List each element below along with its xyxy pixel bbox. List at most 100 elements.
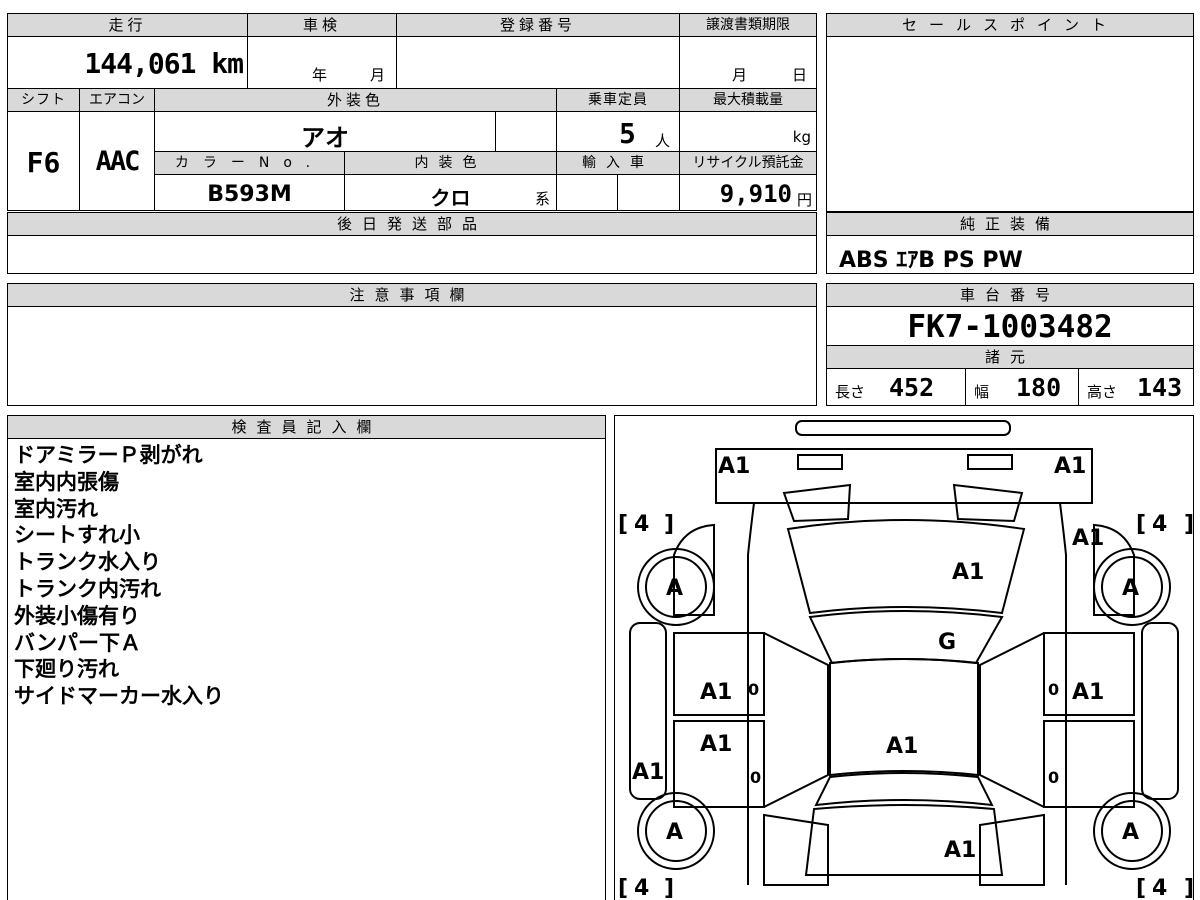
hood-label: A1	[952, 560, 984, 585]
front-door-left-label: A1	[700, 680, 732, 705]
recycle-value: 9,910	[719, 180, 792, 208]
note-item: サイドマーカー水入り	[14, 684, 224, 709]
color-no-cell: B593M	[154, 174, 345, 211]
spec-width-value: 180	[1016, 373, 1062, 402]
inspection-month-unit: 月	[370, 66, 386, 84]
zero-mark-1: 0	[748, 680, 759, 699]
car-diagram: [ ] [ ] [ ] [ ] 4 4 4 4 A1 A1 A1 A1 A A …	[618, 420, 1194, 900]
import-header: 輸入車	[556, 151, 680, 175]
equipment-header: 純正装備	[826, 212, 1194, 236]
note-item: 室内内張傷	[14, 469, 119, 494]
tire-fr-bracket-left: [	[1136, 512, 1146, 537]
tire-fr-bracket-right: ]	[1184, 512, 1194, 537]
inspection-header: 車検	[247, 13, 397, 37]
shift-value: F6	[26, 146, 61, 179]
rocker-right-shape	[1141, 622, 1179, 800]
chassis-value: FK7-1003482	[907, 309, 1113, 345]
interior-color-cell: クロ 系	[344, 174, 557, 211]
capacity-header: 乗車定員	[556, 88, 680, 112]
rear-door-left-label: A1	[700, 732, 732, 757]
rear-window-shape	[814, 772, 994, 807]
note-item: 下廻り汚れ	[14, 657, 119, 682]
mirror-left-label: A1	[718, 454, 750, 479]
rocker-left-label: A1	[632, 760, 664, 785]
hood-shape	[786, 519, 1026, 615]
aircon-header: エアコン	[79, 88, 155, 112]
trunk-label: A1	[944, 838, 976, 863]
max-load-header: 最大積載量	[679, 88, 817, 112]
interior-color-suffix: 系	[534, 190, 550, 208]
inspector-notes: ドアミラーＰ剥がれ 室内内張傷 室内汚れ シートすれ小 トランク水入り トランク…	[14, 442, 224, 710]
front-bumper-shape	[795, 420, 1011, 436]
tire-rl-bracket-right: ]	[664, 876, 674, 900]
inspection-cell: 年 月	[247, 36, 397, 89]
spec-length-value: 452	[889, 373, 935, 402]
aircon-cell: AAC	[79, 111, 155, 211]
shift-cell: F6	[7, 111, 80, 211]
exterior-color-header: 外装色	[154, 88, 557, 112]
note-item: ドアミラーＰ剥がれ	[14, 443, 203, 467]
front-panel-shape	[715, 448, 1093, 504]
note-item: 室内汚れ	[14, 496, 98, 521]
wheel-fl-label: A	[666, 576, 683, 601]
color-no-value: B593M	[207, 182, 292, 207]
color-no-header: カラーNo.	[154, 151, 345, 175]
max-load-unit: kg	[792, 128, 811, 146]
left-pillar-shape	[763, 632, 829, 808]
aircon-value: AAC	[95, 146, 141, 177]
note-item: トランク内汚れ	[14, 576, 161, 601]
spec-length-label: 長さ	[835, 383, 866, 401]
tire-rr-bracket-right: ]	[1184, 876, 1194, 900]
exterior-color-value: アオ	[301, 124, 349, 152]
tire-fl-bracket-right: ]	[664, 512, 674, 537]
note-item: トランク水入り	[14, 550, 161, 575]
note-item: バンパー下Ａ	[14, 630, 142, 655]
import-cell-b	[617, 174, 680, 211]
right-pillar-shape	[979, 632, 1045, 808]
tire-rr-bracket-left: [	[1136, 876, 1146, 900]
spec-height-value: 143	[1137, 373, 1183, 402]
note-item: 外装小傷有り	[14, 603, 140, 628]
spec-width-cell: 幅 180	[965, 368, 1079, 406]
recycle-cell: 9,910 円	[679, 174, 817, 211]
tire-rl-label: 4	[634, 876, 649, 900]
tire-fl-label: 4	[634, 512, 649, 537]
registration-header: 登録番号	[396, 13, 680, 37]
capacity-cell: 5 人	[556, 111, 680, 152]
recycle-header: リサイクル預託金	[679, 151, 817, 175]
exterior-color-cell: アオ	[154, 111, 496, 152]
windshield-label: G	[938, 630, 956, 655]
transfer-deadline-cell: 月 日	[679, 36, 817, 89]
spec-width-label: 幅	[974, 383, 990, 401]
interior-color-value: クロ	[430, 186, 471, 210]
inspection-year-unit: 年	[312, 66, 328, 84]
sales-point-cell	[826, 36, 1194, 212]
wheel-rr-label: A	[1122, 820, 1139, 845]
interior-color-header: 内装色	[344, 151, 557, 175]
wheel-rl-label: A	[666, 820, 683, 845]
tire-rl-bracket-left: [	[618, 876, 628, 900]
spec-length-cell: 長さ 452	[826, 368, 966, 406]
front-fender-right-label: A1	[1072, 526, 1104, 551]
mirror-right-label: A1	[1054, 454, 1086, 479]
max-load-cell: kg	[679, 111, 817, 152]
spec-height-cell: 高さ 143	[1078, 368, 1194, 406]
shift-header: シフト	[7, 88, 80, 112]
capacity-value: 5	[619, 117, 636, 150]
wheel-fr-label: A	[1122, 576, 1139, 601]
headlight-left-shape	[797, 454, 843, 470]
transfer-month-unit: 月	[732, 66, 748, 84]
mileage-value: 144,061 km	[84, 47, 244, 80]
zero-mark-4: 0	[1048, 768, 1059, 787]
equipment-cell: ABS ｴｱB PS PW	[826, 235, 1194, 274]
equipment-value: ABS ｴｱB PS PW	[839, 248, 1023, 273]
inspector-header: 検査員記入欄	[7, 415, 606, 439]
capacity-unit: 人	[655, 132, 671, 150]
tire-rr-label: 4	[1152, 876, 1167, 900]
later-parts-header: 後日発送部品	[7, 212, 817, 236]
chassis-cell: FK7-1003482	[826, 306, 1194, 346]
tire-fr-label: 4	[1152, 512, 1167, 537]
headlight-right-shape	[967, 454, 1013, 470]
spec-height-label: 高さ	[1087, 383, 1118, 401]
import-cell-a	[556, 174, 618, 211]
